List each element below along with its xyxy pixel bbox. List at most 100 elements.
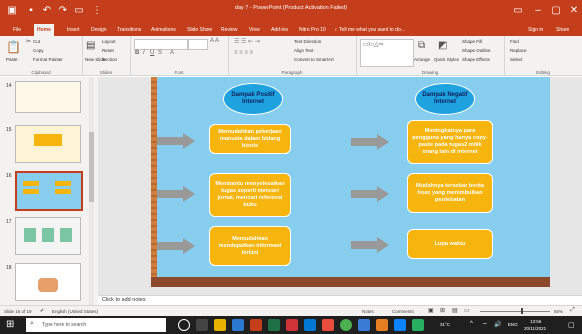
thumbnails-scroll-thumb[interactable] xyxy=(89,132,94,202)
zoom-level[interactable]: 65% xyxy=(554,309,563,314)
spellcheck-icon[interactable]: ✔ xyxy=(40,308,44,314)
layout-button[interactable]: Layout xyxy=(102,39,116,44)
edge-icon[interactable] xyxy=(304,319,316,331)
network-icon[interactable]: ⌔ xyxy=(482,321,488,329)
shapes-gallery[interactable]: ▭\○△⇨ xyxy=(360,39,414,67)
tab-design[interactable]: Design xyxy=(88,24,110,36)
quick-styles-icon[interactable]: ◩ xyxy=(438,40,447,51)
sign-in-link[interactable]: Sign in xyxy=(528,24,543,36)
positive-box-1[interactable]: Memudahkan pekerjaan manusia dalam bidan… xyxy=(209,124,291,154)
text-direction-button[interactable]: Text Direction xyxy=(294,39,321,44)
reading-view-icon[interactable]: ▤ xyxy=(452,307,458,314)
tab-home[interactable]: Home xyxy=(34,24,54,36)
tab-nitro[interactable]: Nitro Pro 10 xyxy=(296,24,329,36)
slideshow-icon[interactable]: ▭ xyxy=(464,307,470,314)
convert-smartart-button[interactable]: Convert to SmartArt xyxy=(294,57,334,62)
share-button[interactable]: Share xyxy=(556,24,569,36)
app-icon[interactable] xyxy=(286,319,298,331)
volume-icon[interactable]: 🔊 xyxy=(494,321,501,328)
copy-button[interactable]: Copy xyxy=(33,48,44,53)
negative-box-1[interactable]: Meningkatnya para pengguna yang hanya co… xyxy=(407,120,493,164)
paste-icon[interactable]: 📋 xyxy=(6,40,21,54)
align-text-button[interactable]: Align Text xyxy=(294,48,313,53)
shape-outline-button[interactable]: Shape Outline xyxy=(462,48,491,53)
notifications-icon[interactable]: ▢ xyxy=(568,321,575,329)
tab-slide-show[interactable]: Slide Show xyxy=(184,24,215,36)
slide-thumbnail-17[interactable] xyxy=(15,217,81,255)
chrome-icon[interactable] xyxy=(340,319,352,331)
cortana-icon[interactable] xyxy=(178,319,190,331)
negative-box-2[interactable]: Mudahnya tersebar berita hoax yang menim… xyxy=(407,173,493,213)
clock-date[interactable]: 20/11/2021 xyxy=(524,326,546,331)
section-button[interactable]: Section xyxy=(102,57,117,62)
italic-icon[interactable]: I xyxy=(143,50,145,56)
quick-styles-button[interactable]: Quick Styles xyxy=(434,57,459,62)
cut-button[interactable]: Cut xyxy=(33,39,40,44)
tab-view[interactable]: View xyxy=(246,24,263,36)
minimize-button[interactable]: – xyxy=(528,3,548,19)
slide-thumbnail-15[interactable] xyxy=(15,125,81,163)
weather-temp[interactable]: 31°C xyxy=(440,322,450,327)
normal-view-icon[interactable]: ▣ xyxy=(428,307,434,314)
language-indicator[interactable]: English (United States) xyxy=(52,309,98,314)
font-name-dropdown[interactable] xyxy=(134,39,188,50)
slide-thumbnail-14[interactable] xyxy=(15,81,81,113)
taskbar-search-box[interactable]: ⌕ Type here to search xyxy=(26,318,166,332)
arrange-icon[interactable]: ⧉ xyxy=(418,40,425,51)
cut-icon[interactable]: ✂ xyxy=(26,38,31,45)
word-icon[interactable] xyxy=(232,319,244,331)
tab-insert[interactable]: Insert xyxy=(64,24,83,36)
tab-transitions[interactable]: Transitions xyxy=(114,24,144,36)
tray-chevron-icon[interactable]: ^ xyxy=(470,321,473,327)
shape-effects-button[interactable]: Shape Effects xyxy=(462,57,490,62)
close-button[interactable]: ✕ xyxy=(564,3,582,19)
tab-file[interactable]: File xyxy=(10,24,24,36)
grow-font-icon[interactable]: A A xyxy=(210,38,219,44)
fit-to-window-icon[interactable]: ⤢ xyxy=(570,307,575,314)
app-icon[interactable] xyxy=(358,319,370,331)
reset-button[interactable]: Reset xyxy=(102,48,114,53)
app-icon[interactable] xyxy=(394,319,406,331)
positive-box-2[interactable]: Membantu menyelesaikan tugas seperti men… xyxy=(209,173,291,217)
current-slide[interactable]: Dampak Positif Internet Dampak Negatif I… xyxy=(151,77,550,287)
font-color-icon[interactable]: A xyxy=(170,50,174,56)
paste-button[interactable]: Paste xyxy=(6,57,18,62)
positive-box-3[interactable]: Memudahkan mendapatkan informasi terkini xyxy=(209,226,291,266)
tell-me-search[interactable]: ♀ Tell me what you want to do... xyxy=(334,24,405,36)
replace-button[interactable]: Replace xyxy=(510,48,527,53)
app-icon[interactable] xyxy=(412,319,424,331)
strikethrough-icon[interactable]: S xyxy=(158,50,162,56)
format-painter-button[interactable]: Format Painter xyxy=(33,57,63,62)
slide-sorter-icon[interactable]: ⊞ xyxy=(440,307,445,314)
clock-time[interactable]: 13:56 xyxy=(530,319,541,324)
notes-placeholder[interactable]: Click to add notes xyxy=(102,297,146,303)
excel-icon[interactable] xyxy=(268,319,280,331)
arrange-button[interactable]: Arrange xyxy=(414,57,430,62)
shape-fill-button[interactable]: Shape Fill xyxy=(462,39,482,44)
align-icon[interactable]: ≡ ≡ ≡ ≡ xyxy=(234,50,253,56)
task-view-icon[interactable] xyxy=(196,319,208,331)
zoom-slider[interactable] xyxy=(480,311,550,312)
tab-review[interactable]: Review xyxy=(218,24,240,36)
maximize-button[interactable]: ▢ xyxy=(546,3,566,19)
comments-toggle[interactable]: Comments xyxy=(392,309,414,314)
header-oval-negative[interactable]: Dampak Negatif Internet xyxy=(415,83,475,115)
tab-add-ins[interactable]: Add-ins xyxy=(268,24,291,36)
ribbon-display-icon[interactable]: ▭ xyxy=(508,3,528,19)
notes-toggle[interactable]: Notes xyxy=(362,309,374,314)
font-size-dropdown[interactable] xyxy=(188,39,208,50)
notes-pane[interactable]: Click to add notes xyxy=(98,295,582,305)
slide-thumbnail-18[interactable] xyxy=(15,263,81,301)
app-icon[interactable] xyxy=(376,319,388,331)
select-button[interactable]: Select xyxy=(510,57,523,62)
language-tray[interactable]: ENG xyxy=(508,322,518,327)
new-slide-icon[interactable]: ▤ xyxy=(86,40,95,51)
file-explorer-icon[interactable] xyxy=(214,319,226,331)
find-button[interactable]: Find xyxy=(510,39,519,44)
underline-icon[interactable]: U xyxy=(150,50,154,56)
slide-thumbnail-16[interactable] xyxy=(15,171,83,211)
negative-box-3[interactable]: Lupa waktu xyxy=(407,229,493,259)
bold-icon[interactable]: B xyxy=(135,50,139,56)
app-icon[interactable] xyxy=(322,319,334,331)
windows-start-icon[interactable]: ⊞ xyxy=(6,319,14,330)
